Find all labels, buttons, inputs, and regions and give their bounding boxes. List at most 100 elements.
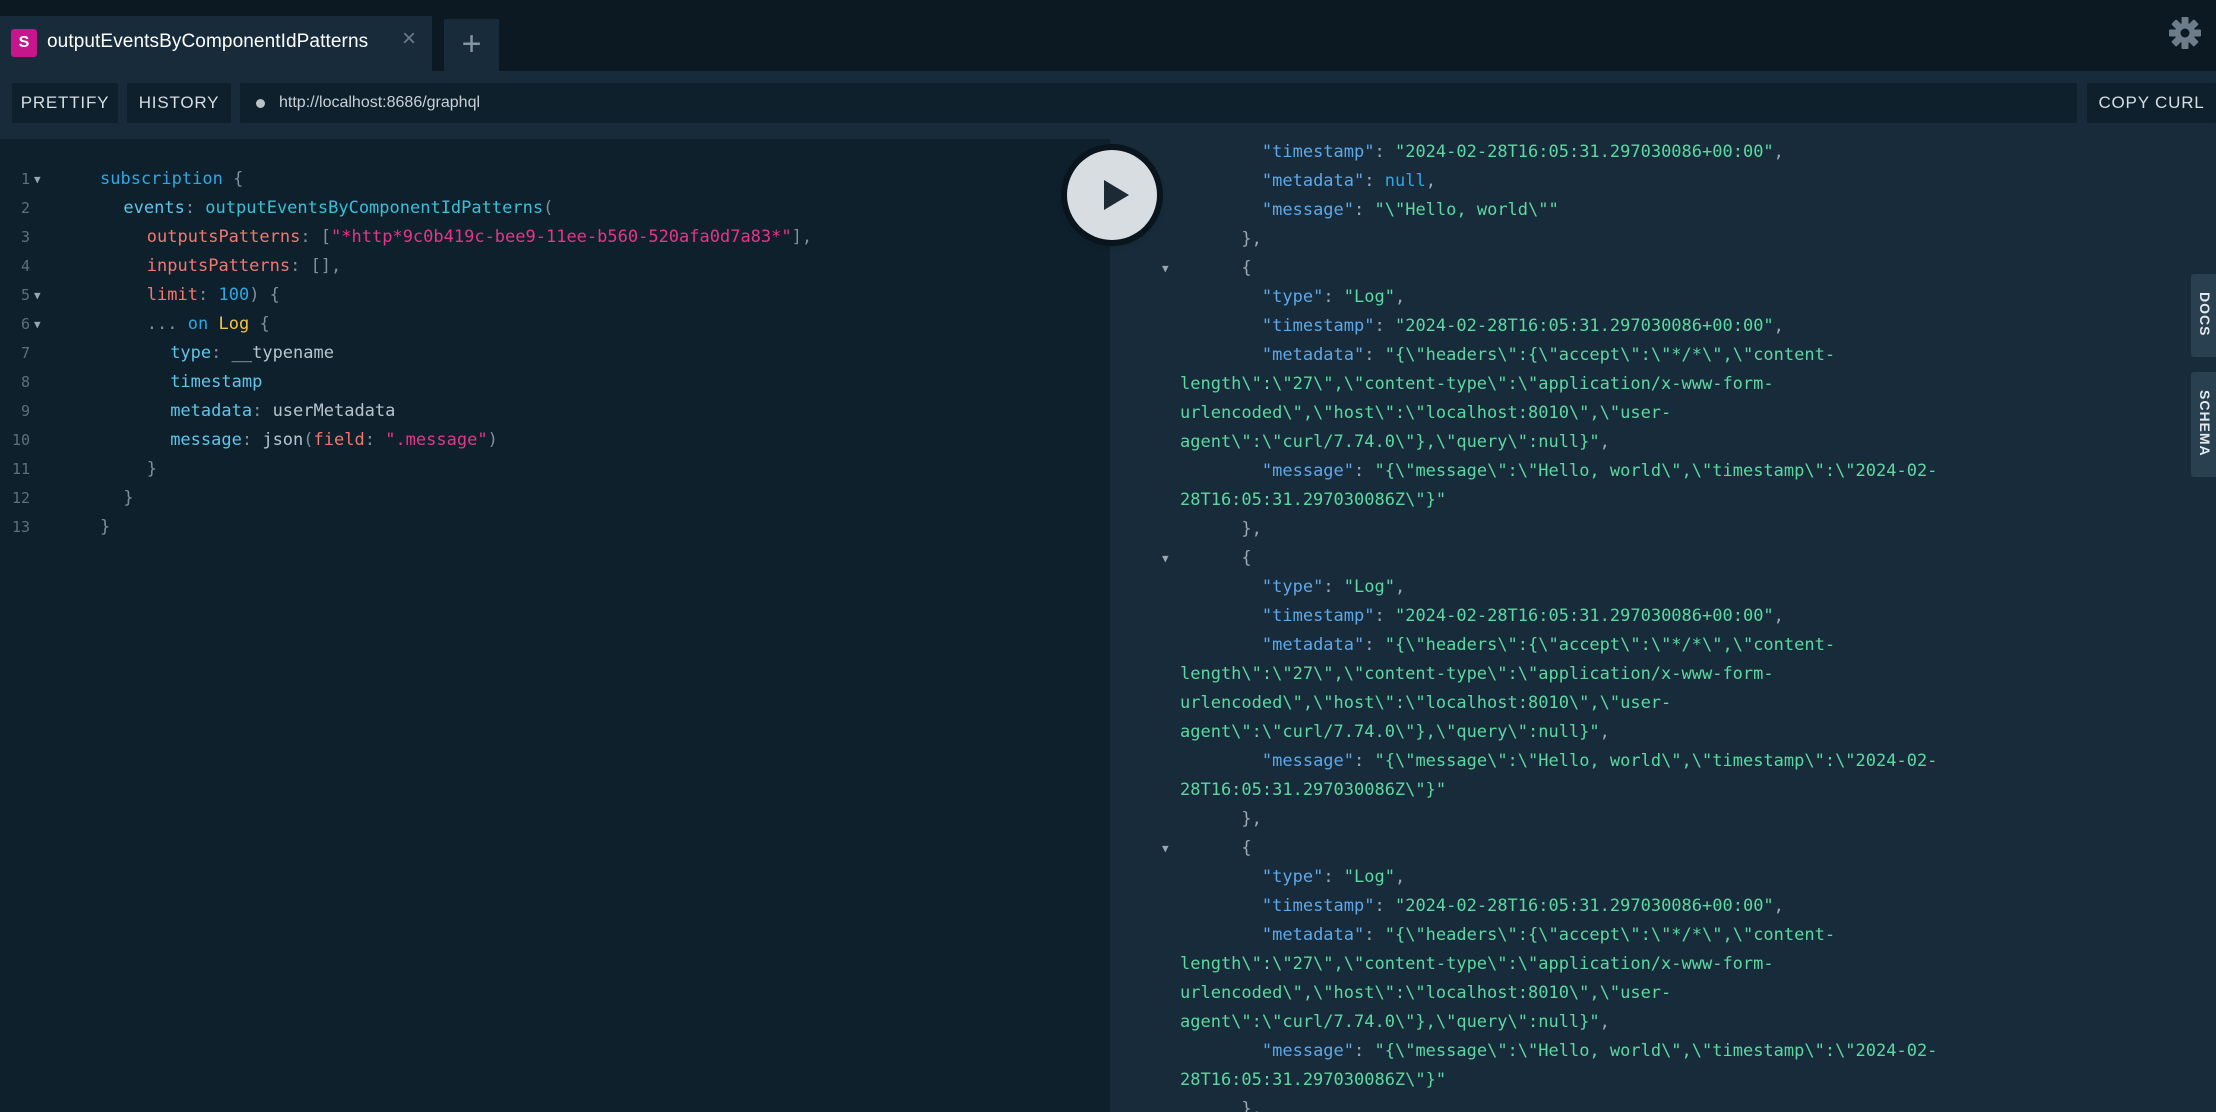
result-token xyxy=(1180,867,1262,887)
result-token: : xyxy=(1323,287,1344,307)
close-icon[interactable]: × xyxy=(397,27,421,51)
code-line[interactable]: 4 inputsPatterns: [], xyxy=(0,252,1100,281)
code-text: events: outputEventsByComponentIdPattern… xyxy=(123,194,553,223)
result-token: null xyxy=(1384,171,1426,191)
result-text: "timestamp": "2024-02-28T16:05:31.297030… xyxy=(1180,892,1784,921)
code-token: ) xyxy=(487,430,498,450)
fold-toggle-icon[interactable]: ▼ xyxy=(34,310,41,339)
prettify-button[interactable]: PRETTIFY xyxy=(12,83,118,123)
result-token: length\":\"27\",\"content-type\":\"appli… xyxy=(1180,954,1774,974)
result-token: : xyxy=(1364,635,1385,655)
gear-icon[interactable] xyxy=(2168,16,2202,50)
result-token: "2024-02-28T16:05:31.297030086+00:00" xyxy=(1394,316,1774,336)
result-token: : xyxy=(1323,577,1344,597)
result-token: "timestamp" xyxy=(1261,896,1375,916)
result-token: : xyxy=(1364,171,1385,191)
result-token: urlencoded\",\"host\":\"localhost:8010\"… xyxy=(1180,983,1672,1003)
code-line[interactable]: 13} xyxy=(0,513,1100,542)
result-token: , xyxy=(1394,577,1406,597)
result-token: 28T16:05:31.297030086Z\"}" xyxy=(1180,490,1447,510)
result-text: "metadata": null, xyxy=(1180,167,1436,196)
code-line[interactable]: 11} xyxy=(0,455,1100,484)
result-token: "metadata" xyxy=(1261,635,1365,655)
history-button[interactable]: HISTORY xyxy=(127,83,231,123)
line-number: 9 xyxy=(20,402,30,420)
result-text: }, xyxy=(1180,805,1261,834)
schema-tab[interactable]: SCHEMA xyxy=(2191,372,2216,477)
result-text: "metadata": "{\"headers\":{\"accept\":\"… xyxy=(1180,631,1835,660)
play-icon xyxy=(1104,180,1129,210)
line-number: 4 xyxy=(20,257,30,275)
result-token: "message" xyxy=(1261,200,1355,220)
result-token: "message" xyxy=(1261,1041,1355,1061)
code-line[interactable]: 7 type: __typename xyxy=(0,339,1100,368)
code-text: message: json(field: ".message") xyxy=(170,426,498,455)
copy-curl-button[interactable]: COPY CURL xyxy=(2087,83,2216,123)
result-text: }, xyxy=(1180,515,1262,544)
result-token: }, xyxy=(1180,519,1262,539)
code-token: outputsPatterns xyxy=(146,227,301,247)
result-token xyxy=(1180,751,1262,771)
code-token: } xyxy=(146,459,158,479)
result-text: agent\":\"curl/7.74.0\"},\"query\":null}… xyxy=(1180,1008,1610,1037)
result-token: "Log" xyxy=(1343,577,1395,597)
result-token: urlencoded\",\"host\":\"localhost:8010\"… xyxy=(1180,403,1672,423)
code-token: ".message" xyxy=(385,430,488,450)
result-text: "message": "{\"message\":\"Hello, world\… xyxy=(1180,1037,1938,1066)
result-token: "timestamp" xyxy=(1261,606,1375,626)
fold-toggle-icon[interactable]: ▼ xyxy=(1162,254,1169,283)
endpoint-url-text[interactable]: http://localhost:8686/graphql xyxy=(279,83,480,123)
result-token: { xyxy=(1180,838,1252,858)
code-line[interactable]: 3 outputsPatterns: ["*http*9c0b419c-bee9-… xyxy=(0,223,1100,252)
code-line[interactable]: 12} xyxy=(0,484,1100,513)
docs-tab[interactable]: DOCS xyxy=(2191,274,2216,357)
result-text: "message": "{\"message\":\"Hello, world\… xyxy=(1180,457,1938,486)
code-line[interactable]: 5 ▼ limit: 100) { xyxy=(0,281,1100,310)
result-token: : xyxy=(1374,316,1395,336)
code-line[interactable]: 6 ▼... on Log { xyxy=(0,310,1100,339)
result-token: { xyxy=(1180,548,1252,568)
result-token: , xyxy=(1599,1012,1610,1032)
tab-title[interactable]: outputEventsByComponentIdPatterns xyxy=(47,31,368,53)
code-token: timestamp xyxy=(170,372,263,392)
execute-query-button[interactable] xyxy=(1067,150,1157,240)
query-editor[interactable]: 1 ▼ subscription {2 events: outputEventsByC… xyxy=(0,139,1110,1112)
result-token: : xyxy=(1354,1041,1375,1061)
result-token: 28T16:05:31.297030086Z\"}" xyxy=(1180,1070,1447,1090)
code-token: { xyxy=(249,314,270,334)
result-text: length\":\"27\",\"content-type\":\"appli… xyxy=(1180,370,1774,399)
code-token: ) { xyxy=(249,285,280,305)
result-viewer[interactable]: "timestamp": "2024-02-28T16:05:31.297030… xyxy=(1110,139,2216,1112)
result-token: : xyxy=(1354,461,1375,481)
code-line[interactable]: 9 metadata: userMetadata xyxy=(0,397,1100,426)
result-token xyxy=(1180,1041,1262,1061)
fold-toggle-icon[interactable]: ▼ xyxy=(1162,834,1169,863)
result-token xyxy=(1180,316,1262,336)
query-tab[interactable]: S outputEventsByComponentIdPatterns × xyxy=(0,16,432,71)
code-token: subscription xyxy=(100,169,223,189)
fold-toggle-icon[interactable]: ▼ xyxy=(34,165,41,194)
fold-toggle-icon[interactable]: ▼ xyxy=(34,281,41,310)
fold-toggle-icon[interactable]: ▼ xyxy=(1162,544,1169,573)
result-token: agent\":\"curl/7.74.0\"},\"query\":null}… xyxy=(1180,722,1600,742)
line-number: 3 xyxy=(20,228,30,246)
code-token: : xyxy=(211,343,232,363)
code-token: json xyxy=(262,430,304,450)
endpoint-url-input[interactable]: http://localhost:8686/graphql xyxy=(240,83,2077,123)
result-token: , xyxy=(1773,896,1784,916)
code-token: : xyxy=(197,285,219,305)
line-number: 2 xyxy=(20,199,30,217)
result-text: 28T16:05:31.297030086Z\"}" xyxy=(1180,486,1446,515)
code-line[interactable]: 8 timestamp xyxy=(0,368,1100,397)
code-line[interactable]: 1 ▼ subscription { xyxy=(0,165,1100,194)
add-tab-button[interactable]: + xyxy=(444,19,499,71)
result-text: "type": "Log", xyxy=(1180,863,1405,892)
code-line[interactable]: 10 message: json(field: ".message") xyxy=(0,426,1100,455)
result-token xyxy=(1180,171,1262,191)
result-text: { xyxy=(1180,834,1252,863)
result-token xyxy=(1180,896,1262,916)
result-token: "message" xyxy=(1261,751,1355,771)
code-line[interactable]: 2 events: outputEventsByComponentIdPatter… xyxy=(0,194,1100,223)
result-text: agent\":\"curl/7.74.0\"},\"query\":null}… xyxy=(1180,428,1610,457)
result-token: , xyxy=(1599,432,1610,452)
